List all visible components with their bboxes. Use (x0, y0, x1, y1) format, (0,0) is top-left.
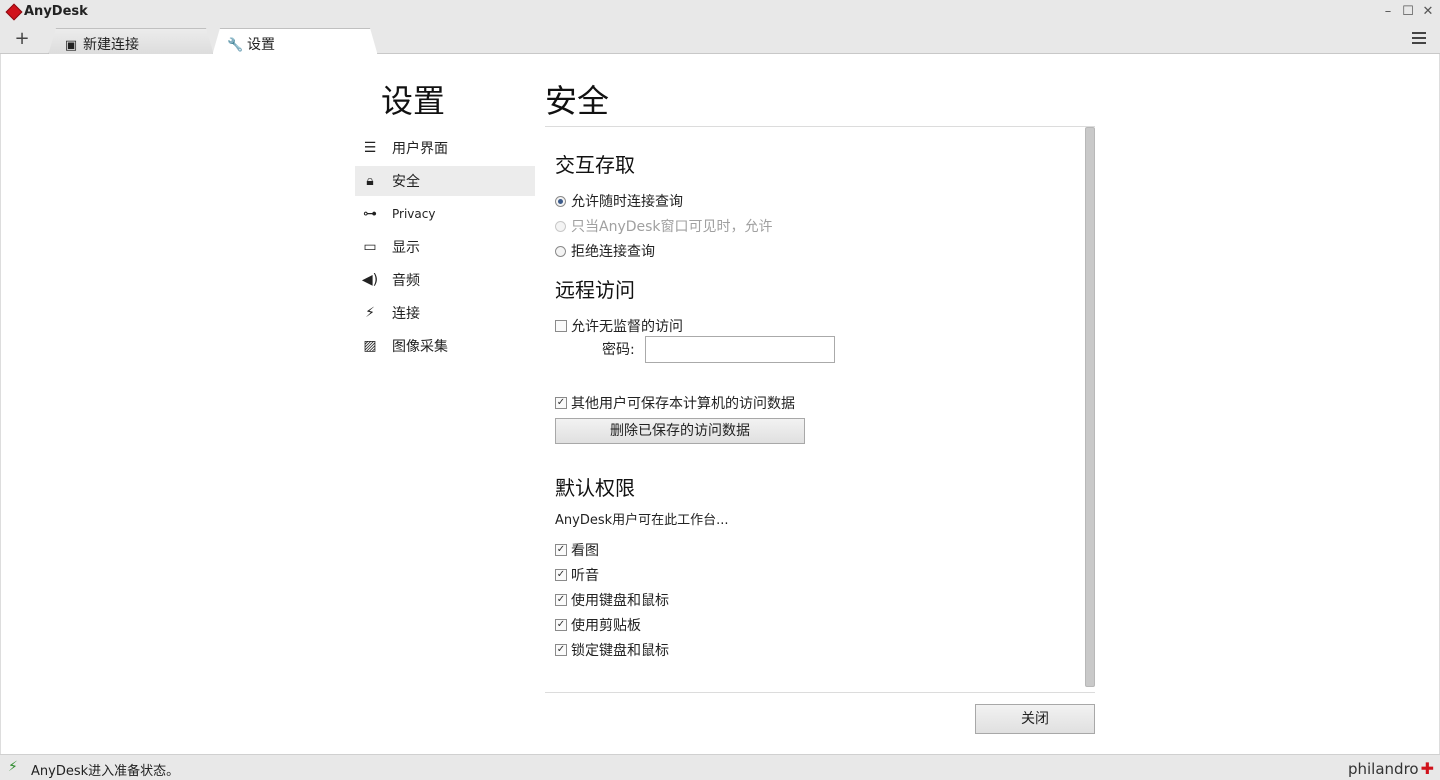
section-heading: 默认权限 (555, 476, 635, 500)
page-title: 安全 (545, 82, 610, 120)
checkbox-checked-icon: ✓ (555, 397, 567, 409)
section-heading: 远程访问 (555, 278, 635, 302)
sidebar-item-display[interactable]: ▭ 显示 (355, 232, 535, 262)
checkbox-icon (555, 320, 567, 332)
sidebar-item-label: 连接 (392, 306, 420, 322)
radio-icon (555, 220, 566, 232)
option-label: 锁定键盘和鼠标 (571, 643, 669, 659)
maximize-button[interactable]: ☐ (1398, 2, 1418, 22)
sidebar-item-user-interface[interactable]: ☰ 用户界面 (355, 133, 535, 163)
save-access-data-checkbox[interactable]: ✓ 其他用户可保存本计算机的访问数据 (555, 393, 795, 413)
list-window-icon: ☰ (363, 140, 377, 156)
option-label: 听音 (571, 568, 599, 584)
monitor-icon: ▭ (363, 239, 377, 255)
delete-saved-access-button[interactable]: 删除已保存的访问数据 (555, 418, 805, 444)
option-label: 允许随时连接查询 (571, 194, 683, 210)
minimize-button[interactable]: – (1378, 2, 1398, 22)
lock-icon: 🔒︎ (366, 173, 374, 189)
permission-clipboard-checkbox[interactable]: ✓ 使用剪贴板 (555, 615, 641, 635)
permission-lock-input-checkbox[interactable]: ✓ 锁定键盘和鼠标 (555, 640, 669, 660)
sidebar-item-label: 安全 (392, 174, 420, 190)
brand-logo: philandro ✚ (1348, 759, 1434, 778)
radio-always-allow[interactable]: 允许随时连接查询 (555, 191, 683, 211)
monitor-icon: ▣ (64, 38, 78, 53)
permission-view-checkbox[interactable]: ✓ 看图 (555, 540, 599, 560)
image-icon: ▨ (363, 338, 377, 354)
password-label: 密码: (602, 342, 635, 358)
brand-name: philandro (1347, 759, 1419, 778)
sidebar-item-label: 用户界面 (392, 141, 448, 157)
section-heading: 交互存取 (555, 153, 635, 177)
checkbox-checked-icon: ✓ (555, 644, 567, 656)
wrench-icon: 🔧 (227, 38, 244, 53)
option-label: 看图 (571, 543, 599, 559)
option-label: 其他用户可保存本计算机的访问数据 (571, 396, 795, 412)
option-label: 使用键盘和鼠标 (571, 593, 669, 609)
philandro-star-icon: ✚ (1420, 759, 1434, 778)
sidebar-item-label: 音频 (392, 273, 420, 289)
hamburger-menu-icon[interactable] (1412, 32, 1426, 46)
settings-nav: ☰ 用户界面 🔒︎ 安全 ⊶ Privacy ▭ 显示 ◀) 音频 ⚡ 连接 ▨… (355, 133, 535, 364)
speaker-icon: ◀) (361, 272, 379, 288)
tab-new-connection[interactable]: ▣ 新建连接 (48, 28, 214, 55)
option-label: 允许无监督的访问 (571, 319, 683, 335)
new-tab-button[interactable]: + (12, 28, 32, 50)
status-text: AnyDesk进入准备状态。 (31, 764, 180, 779)
tab-settings[interactable]: 🔧 设置 (212, 28, 378, 56)
sidebar-item-label: 图像采集 (392, 339, 448, 355)
permissions-description: AnyDesk用户可在此工作台... (555, 513, 729, 528)
permission-keyboard-mouse-checkbox[interactable]: ✓ 使用键盘和鼠标 (555, 590, 669, 610)
sidebar-item-image-capture[interactable]: ▨ 图像采集 (355, 331, 535, 361)
close-button[interactable]: 关闭 (975, 704, 1095, 734)
checkbox-checked-icon: ✓ (555, 544, 567, 556)
radio-icon (555, 195, 566, 207)
vertical-scrollbar[interactable] (1085, 127, 1095, 687)
tab-label: 新建连接 (83, 37, 139, 53)
sidebar-item-label: 显示 (392, 240, 420, 256)
sidebar-item-privacy[interactable]: ⊶ Privacy (355, 199, 535, 229)
tab-bar: + ▣ 新建连接 🔧 设置 (0, 26, 1440, 54)
sunglasses-icon: ⊶ (363, 206, 377, 222)
checkbox-checked-icon: ✓ (555, 569, 567, 581)
connected-plug-icon: ⚡ (8, 759, 18, 775)
unattended-access-checkbox[interactable]: 允许无监督的访问 (555, 316, 683, 336)
password-input[interactable] (645, 336, 835, 363)
option-label: 只当AnyDesk窗口可见时，允许 (571, 219, 773, 235)
checkbox-checked-icon: ✓ (555, 619, 567, 631)
app-title: AnyDesk (24, 4, 88, 19)
sidebar-item-label: Privacy (392, 207, 436, 221)
tab-label: 设置 (247, 37, 275, 53)
plug-icon: ⚡ (365, 305, 375, 321)
anydesk-logo-icon (5, 3, 23, 21)
sidebar-item-audio[interactable]: ◀) 音频 (355, 265, 535, 295)
option-label: 拒绝连接查询 (571, 244, 655, 260)
sidebar-item-security[interactable]: 🔒︎ 安全 (355, 166, 535, 196)
option-label: 使用剪贴板 (571, 618, 641, 634)
title-bar: AnyDesk – ☐ ✕ (0, 0, 1440, 26)
close-window-button[interactable]: ✕ (1418, 2, 1438, 22)
checkbox-checked-icon: ✓ (555, 594, 567, 606)
radio-icon (555, 245, 566, 257)
radio-deny-requests[interactable]: 拒绝连接查询 (555, 241, 655, 261)
permission-audio-checkbox[interactable]: ✓ 听音 (555, 565, 599, 585)
radio-only-when-visible: 只当AnyDesk窗口可见时，允许 (555, 216, 773, 236)
sidebar-title: 设置 (381, 82, 446, 120)
security-panel: 交互存取 允许随时连接查询 只当AnyDesk窗口可见时，允许 拒绝连接查询 远… (545, 126, 1095, 693)
status-bar: ⚡ AnyDesk进入准备状态。 philandro ✚ (0, 754, 1440, 780)
sidebar-item-connection[interactable]: ⚡ 连接 (355, 298, 535, 328)
